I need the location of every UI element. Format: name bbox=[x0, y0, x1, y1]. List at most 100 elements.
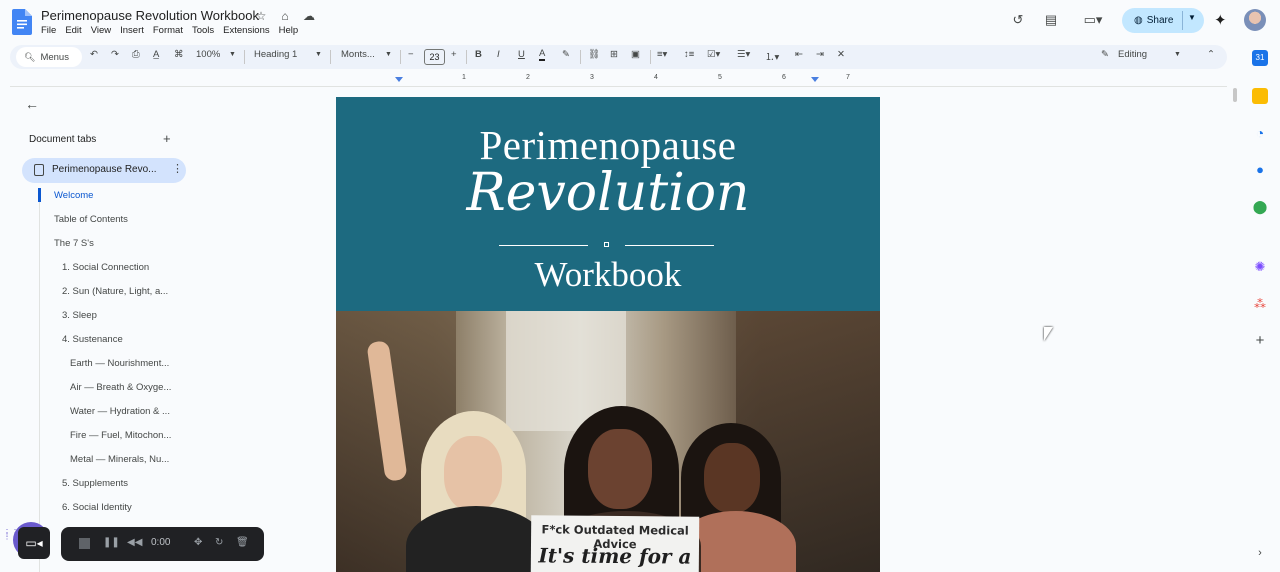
insert-image-icon[interactable]: ▣ bbox=[631, 49, 640, 60]
gemini-icon[interactable]: ✦ bbox=[1214, 11, 1227, 29]
menu-edit[interactable]: Edit bbox=[65, 25, 81, 36]
restart-icon[interactable]: ↻ bbox=[215, 537, 223, 548]
addon-icon[interactable]: ✺ bbox=[1252, 259, 1268, 275]
share-caret-icon[interactable]: ▼ bbox=[1188, 13, 1196, 22]
stop-icon[interactable] bbox=[79, 538, 90, 549]
italic-icon[interactable]: I bbox=[497, 49, 500, 60]
underline-icon[interactable]: U bbox=[518, 49, 525, 60]
tasks-icon[interactable]: ◔ bbox=[1252, 125, 1268, 141]
outline-item[interactable]: 2. Sun (Nature, Light, a... bbox=[62, 286, 168, 297]
outline-item[interactable]: 6. Social Identity bbox=[62, 502, 132, 513]
menu-view[interactable]: View bbox=[91, 25, 111, 36]
divider bbox=[466, 50, 467, 64]
highlight-icon[interactable]: ✎ bbox=[562, 49, 570, 60]
editing-mode-select[interactable]: Editing bbox=[1118, 49, 1147, 60]
pause-icon[interactable]: ❚❚ bbox=[103, 537, 120, 548]
outline-item[interactable]: 4. Sustenance bbox=[62, 334, 123, 345]
menu-bar: File Edit View Insert Format Tools Exten… bbox=[41, 25, 307, 36]
outline-item[interactable]: Table of Contents bbox=[54, 214, 128, 225]
add-comment-icon[interactable]: ⊞ bbox=[610, 49, 618, 60]
bulleted-list-icon[interactable]: ☰▾ bbox=[737, 49, 750, 60]
increase-font-size-icon[interactable]: + bbox=[451, 49, 457, 60]
search-icon: 🔍︎ bbox=[24, 51, 36, 62]
outline-item[interactable]: 5. Supplements bbox=[62, 478, 128, 489]
decrease-indent-icon[interactable]: ⇤ bbox=[795, 49, 803, 60]
photo-face bbox=[444, 436, 502, 511]
chevron-down-icon[interactable]: ▼ bbox=[315, 51, 322, 58]
decrease-font-size-icon[interactable]: − bbox=[408, 49, 414, 60]
font-size-input[interactable]: 23 bbox=[424, 49, 445, 65]
menu-tools[interactable]: Tools bbox=[192, 25, 214, 36]
draw-icon[interactable]: ✥ bbox=[194, 537, 202, 548]
outline-item[interactable]: 3. Sleep bbox=[62, 310, 97, 321]
outline-item[interactable]: Air — Breath & Oxyge... bbox=[70, 382, 171, 393]
meet-icon[interactable]: ▭▾ bbox=[1078, 9, 1108, 31]
tab-perimenopause[interactable]: Perimenopause Revo... ⋮ bbox=[22, 158, 186, 183]
menu-help[interactable]: Help bbox=[279, 25, 299, 36]
menu-file[interactable]: File bbox=[41, 25, 56, 36]
contacts-icon[interactable]: ● bbox=[1252, 162, 1268, 178]
style-select[interactable]: Heading 1 bbox=[254, 49, 297, 60]
docs-logo-icon[interactable] bbox=[12, 9, 32, 35]
cloud-saved-icon[interactable]: ☁ bbox=[302, 9, 316, 23]
menu-extensions[interactable]: Extensions bbox=[223, 25, 269, 36]
text-color-icon[interactable]: A bbox=[539, 49, 546, 61]
move-folder-icon[interactable]: ⌂ bbox=[278, 9, 292, 23]
link-icon[interactable]: ⛓ bbox=[588, 49, 600, 60]
chevron-right-icon[interactable]: › bbox=[1252, 545, 1268, 561]
spellcheck-icon[interactable]: A̲ bbox=[153, 49, 159, 60]
numbered-list-icon[interactable]: ⒈▾ bbox=[765, 49, 779, 63]
asana-icon[interactable]: ⁂ bbox=[1252, 296, 1268, 312]
document-page[interactable]: Perimenopause Revolution Workbook F*ck O… bbox=[336, 97, 880, 572]
outline-item[interactable]: Earth — Nourishment... bbox=[70, 358, 169, 369]
menu-insert[interactable]: Insert bbox=[120, 25, 144, 36]
outline-item[interactable]: The 7 S's bbox=[54, 238, 94, 249]
comment-icon[interactable]: ▤ bbox=[1040, 9, 1062, 31]
right-indent-marker[interactable] bbox=[811, 77, 819, 82]
chevron-down-icon[interactable]: ▼ bbox=[229, 51, 236, 58]
outline-item[interactable]: Fire — Fuel, Mitochon... bbox=[70, 430, 171, 441]
add-addon-icon[interactable]: + bbox=[1252, 333, 1268, 349]
outline-item-welcome[interactable]: Welcome bbox=[54, 190, 93, 201]
align-icon[interactable]: ≡▾ bbox=[657, 49, 667, 60]
checklist-icon[interactable]: ☑▾ bbox=[707, 49, 720, 60]
zoom-select[interactable]: 100% bbox=[196, 49, 220, 60]
increase-indent-icon[interactable]: ⇥ bbox=[816, 49, 824, 60]
ruler-number: 2 bbox=[526, 74, 530, 81]
keep-icon[interactable] bbox=[1252, 88, 1268, 104]
maps-icon[interactable]: ⬤ bbox=[1252, 199, 1268, 215]
history-icon[interactable]: ↺ bbox=[1007, 9, 1029, 31]
avatar[interactable] bbox=[1244, 9, 1266, 31]
outline-item[interactable]: Metal — Minerals, Nu... bbox=[70, 454, 169, 465]
menus-search[interactable]: 🔍︎ Menus bbox=[16, 47, 82, 67]
pencil-icon: ✎ bbox=[1101, 49, 1109, 60]
share-button[interactable]: ◍ Share ▼ bbox=[1122, 8, 1204, 33]
star-icon[interactable]: ☆ bbox=[254, 9, 268, 23]
undo-icon[interactable]: ↶ bbox=[90, 49, 98, 60]
ruler-number: 1 bbox=[462, 74, 466, 81]
outline-item[interactable]: Water — Hydration & ... bbox=[70, 406, 170, 417]
print-icon[interactable]: ⎙ bbox=[132, 49, 140, 60]
calendar-icon[interactable]: 31 bbox=[1252, 50, 1268, 66]
document-title[interactable]: Perimenopause Revolution Workbook bbox=[41, 8, 259, 23]
vertical-scrollbar[interactable] bbox=[1233, 88, 1237, 102]
menu-format[interactable]: Format bbox=[153, 25, 183, 36]
line-spacing-icon[interactable]: ↕≡ bbox=[684, 49, 694, 60]
outline-item[interactable]: 1. Social Connection bbox=[62, 262, 149, 273]
clear-formatting-icon[interactable]: ✕ bbox=[837, 49, 845, 60]
horizontal-ruler[interactable]: 1 2 3 4 5 6 7 bbox=[336, 74, 880, 86]
bold-icon[interactable]: B bbox=[475, 49, 482, 60]
camera-icon[interactable]: ▭◂ bbox=[18, 527, 50, 559]
chevron-up-icon[interactable]: ⌃ bbox=[1207, 49, 1215, 60]
chevron-down-icon[interactable]: ▼ bbox=[1174, 51, 1181, 58]
chevron-down-icon[interactable]: ▼ bbox=[385, 51, 392, 58]
redo-icon[interactable]: ↷ bbox=[111, 49, 119, 60]
add-tab-icon[interactable]: + bbox=[163, 131, 171, 146]
left-indent-marker[interactable] bbox=[395, 77, 403, 82]
rewind-icon[interactable]: ◀◀ bbox=[127, 537, 142, 548]
back-arrow-icon[interactable]: ← bbox=[25, 96, 39, 112]
paint-format-icon[interactable]: ⌘ bbox=[174, 49, 184, 60]
delete-icon[interactable]: 🗑︎ bbox=[236, 537, 249, 548]
more-options-icon[interactable]: ⋮ bbox=[172, 162, 183, 175]
font-select[interactable]: Monts... bbox=[341, 49, 375, 60]
